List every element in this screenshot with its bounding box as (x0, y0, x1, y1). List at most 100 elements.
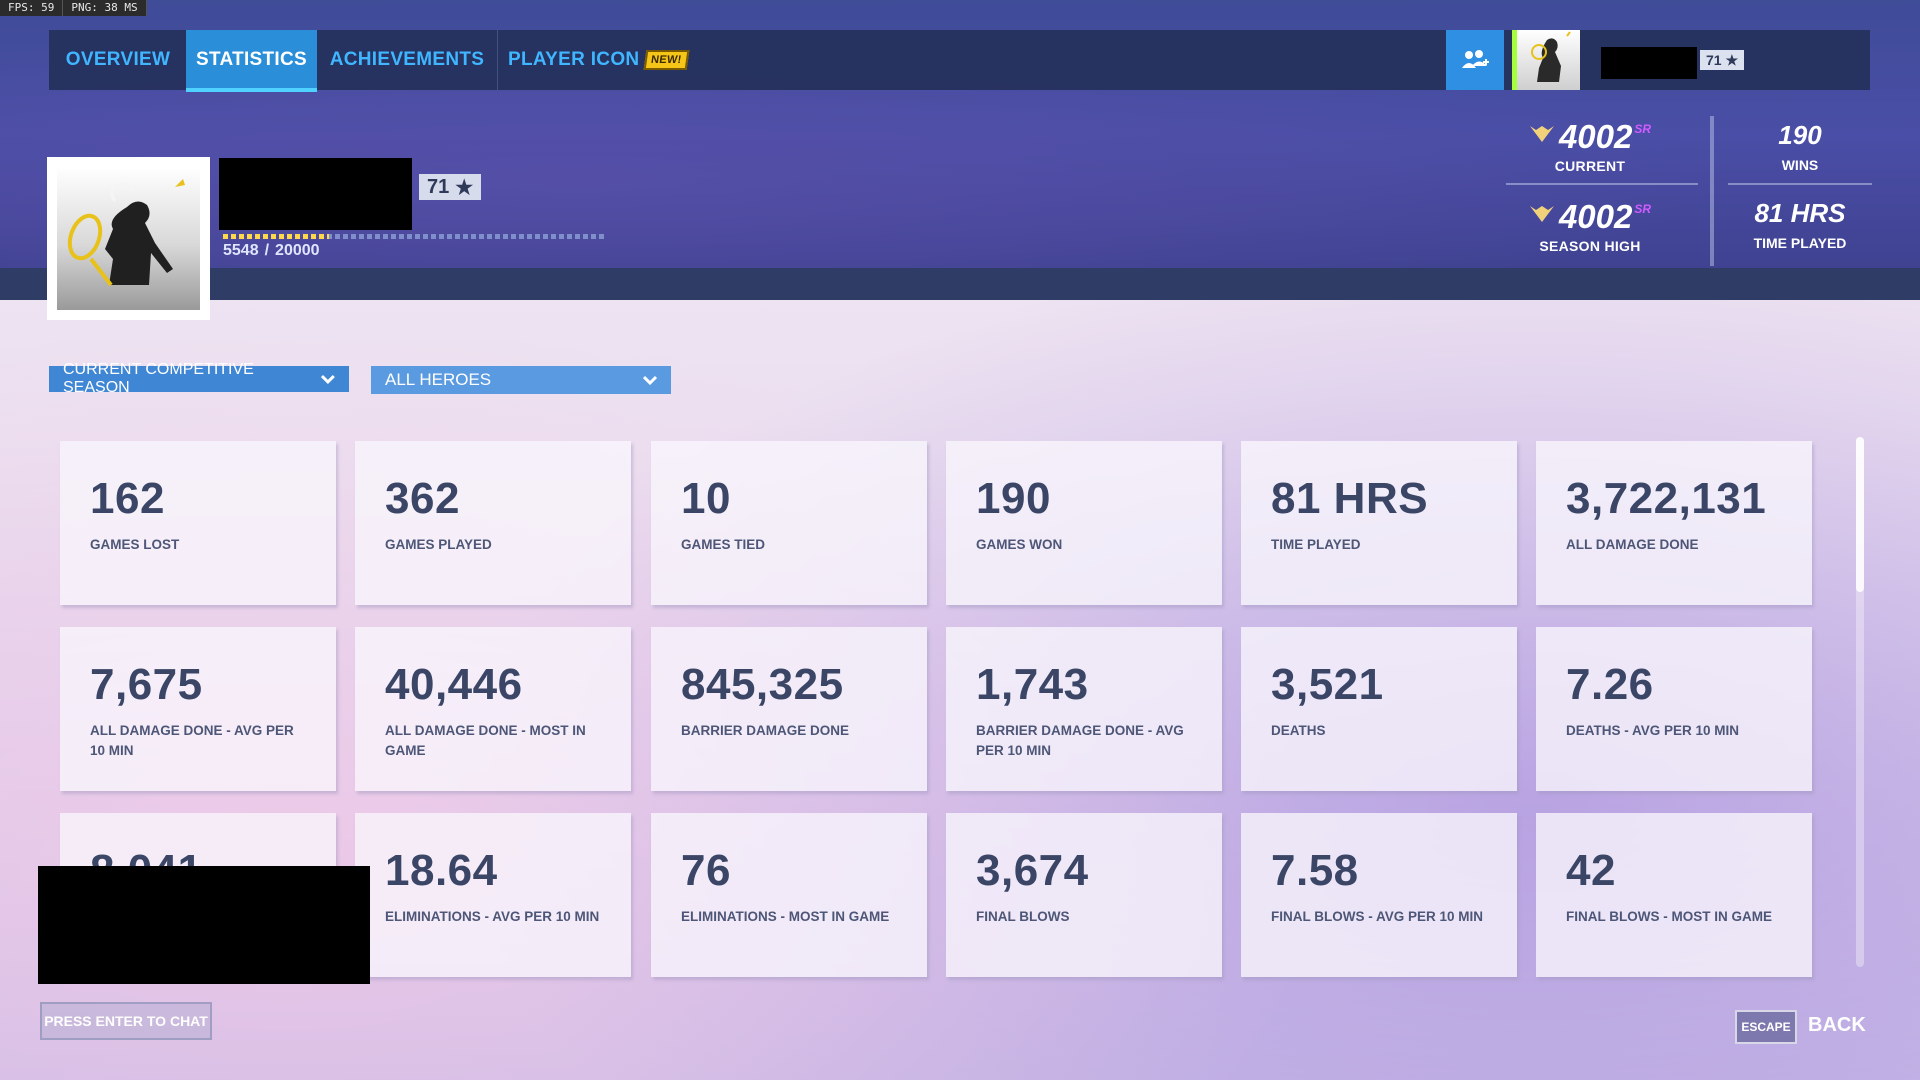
stat-card: 42 FINAL BLOWS - MOST IN GAME (1536, 813, 1812, 977)
stat-value: 40,446 (385, 660, 523, 709)
time-played-summary: 81 HRS TIME PLAYED (1730, 198, 1870, 251)
stat-label: DEATHS - AVG PER 10 MIN (1566, 723, 1740, 738)
stat-value: 845,325 (681, 660, 844, 709)
player-portrait (47, 157, 210, 320)
stat-value: 3,674 (976, 846, 1089, 895)
social-icon (1462, 50, 1489, 68)
sr-suffix: SR (1634, 202, 1652, 216)
star-icon: ★ (1725, 51, 1739, 68)
escape-key[interactable]: ESCAPE (1735, 1010, 1797, 1044)
stat-card: 3,674 FINAL BLOWS (946, 813, 1222, 977)
tab-statistics[interactable]: STATISTICS (186, 30, 317, 92)
stat-value: 76 (681, 846, 731, 895)
stat-card: 1,743 BARRIER DAMAGE DONE - AVG PER 10 MI… (946, 627, 1222, 791)
stat-value: 7.58 (1271, 846, 1359, 895)
divider (1710, 116, 1714, 266)
stat-card: 3,521 DEATHS (1241, 627, 1517, 791)
chat-prompt-button[interactable]: PRESS ENTER TO CHAT (40, 1002, 212, 1040)
tab-achievements-label: ACHIEVEMENTS (329, 49, 485, 70)
season-high-sr: 4002 SR SEASON HIGH (1500, 198, 1680, 254)
divider (1506, 183, 1698, 185)
player-silhouette-icon (67, 179, 185, 287)
tab-player-icon[interactable]: PLAYER ICON NEW! (498, 30, 698, 90)
stat-card: 10 GAMES TIED (651, 441, 927, 605)
player-name-redacted (219, 158, 412, 230)
star-icon: ★ (455, 176, 474, 199)
stats-scrollbar[interactable] (1856, 437, 1864, 967)
chat-prompt-label: PRESS ENTER TO CHAT (44, 1013, 208, 1029)
stat-label: BARRIER DAMAGE DONE (681, 723, 850, 738)
grandmaster-rank-icon (1529, 206, 1554, 222)
divider (1728, 183, 1872, 185)
player-level-badge-small: 71 ★ (1700, 50, 1745, 70)
hero-dropdown-value: ALL HEROES (385, 370, 492, 389)
season-dropdown[interactable]: CURRENT COMPETITIVE SEASON (49, 361, 349, 396)
stat-card: 190 GAMES WON (946, 441, 1222, 605)
wins-summary: 190 WINS (1730, 120, 1870, 173)
png-timer: PNG: 38 MS (63, 0, 147, 16)
hero-dropdown[interactable]: ALL HEROES (371, 366, 671, 394)
stat-card: 18.64 ELIMINATIONS - AVG PER 10 MIN (355, 813, 631, 977)
xp-progress-fill (223, 234, 329, 239)
tab-statistics-label: STATISTICS (195, 49, 308, 70)
wins-value: 190 (1778, 120, 1822, 150)
time-played-label: TIME PLAYED (1753, 235, 1847, 251)
xp-progress-text: 5548/20000 (223, 242, 320, 259)
current-sr: 4002 SR CURRENT (1500, 118, 1680, 174)
stat-label: ALL DAMAGE DONE - AVG PER 10 MIN (90, 723, 294, 758)
stat-value: 3,521 (1271, 660, 1384, 709)
tab-overview-label: OVERVIEW (65, 49, 171, 70)
back-button[interactable]: BACK (1808, 1014, 1866, 1037)
stat-label: GAMES PLAYED (385, 537, 492, 552)
debug-overlay: FPS: 59 PNG: 38 MS (0, 0, 147, 16)
stat-card: 7,675 ALL DAMAGE DONE - AVG PER 10 MIN (60, 627, 336, 791)
stat-label: ALL DAMAGE DONE - MOST IN GAME (385, 723, 586, 758)
stat-card: 845,325 BARRIER DAMAGE DONE (651, 627, 927, 791)
stat-value: 3,722,131 (1566, 474, 1767, 523)
player-icon-small[interactable] (1512, 30, 1580, 90)
tab-overview[interactable]: OVERVIEW (49, 30, 187, 90)
stat-label: GAMES LOST (90, 537, 180, 552)
stat-card: 3,722,131 ALL DAMAGE DONE (1536, 441, 1812, 605)
escape-key-label: ESCAPE (1741, 1020, 1791, 1034)
stat-value: 162 (90, 474, 165, 523)
stat-value: 1,743 (976, 660, 1089, 709)
stat-card: 362 GAMES PLAYED (355, 441, 631, 605)
stat-card: 81 HRS TIME PLAYED (1241, 441, 1517, 605)
scrollbar-thumb[interactable] (1856, 437, 1864, 592)
xp-total: 20000 (275, 242, 320, 259)
wins-label: WINS (1781, 157, 1819, 173)
player-level-badge: 71 ★ (419, 174, 482, 200)
stat-value: 10 (681, 474, 731, 523)
stat-label: FINAL BLOWS - AVG PER 10 MIN (1271, 909, 1484, 924)
sr-suffix: SR (1634, 122, 1652, 136)
player-silhouette-icon (1531, 31, 1571, 82)
xp-progress-bar (223, 234, 605, 239)
chevron-down-icon (643, 375, 657, 385)
new-badge: NEW! (644, 50, 690, 70)
stat-value: 7.26 (1566, 660, 1654, 709)
stat-value: 81 HRS (1271, 474, 1429, 523)
player-name-redacted (1601, 47, 1697, 79)
competitive-rank-panel: 4002 SR CURRENT 4002 SR SEASON HIGH 190 … (1500, 108, 1880, 268)
stat-value: 362 (385, 474, 460, 523)
season-dropdown-value: CURRENT COMPETITIVE SEASON (63, 361, 254, 396)
season-high-sr-value: 4002 (1558, 198, 1633, 235)
tab-achievements[interactable]: ACHIEVEMENTS (317, 30, 497, 90)
time-played-value: 81 HRS (1754, 198, 1846, 228)
stat-value: 190 (976, 474, 1051, 523)
season-high-sr-label: SEASON HIGH (1539, 238, 1641, 254)
xp-current: 5548 (223, 242, 259, 259)
stat-card: 76 ELIMINATIONS - MOST IN GAME (651, 813, 927, 977)
chat-redacted (38, 866, 370, 984)
stat-label: ALL DAMAGE DONE (1566, 537, 1699, 552)
grandmaster-rank-icon (1529, 126, 1554, 142)
stat-card: 162 GAMES LOST (60, 441, 336, 605)
stat-card: 7.58 FINAL BLOWS - AVG PER 10 MIN (1241, 813, 1517, 977)
current-sr-label: CURRENT (1554, 158, 1626, 174)
social-button[interactable] (1446, 30, 1504, 90)
stat-label: FINAL BLOWS - MOST IN GAME (1566, 909, 1772, 924)
stat-value: 7,675 (90, 660, 203, 709)
stat-label: ELIMINATIONS - MOST IN GAME (681, 909, 890, 924)
header-band (0, 268, 1920, 300)
